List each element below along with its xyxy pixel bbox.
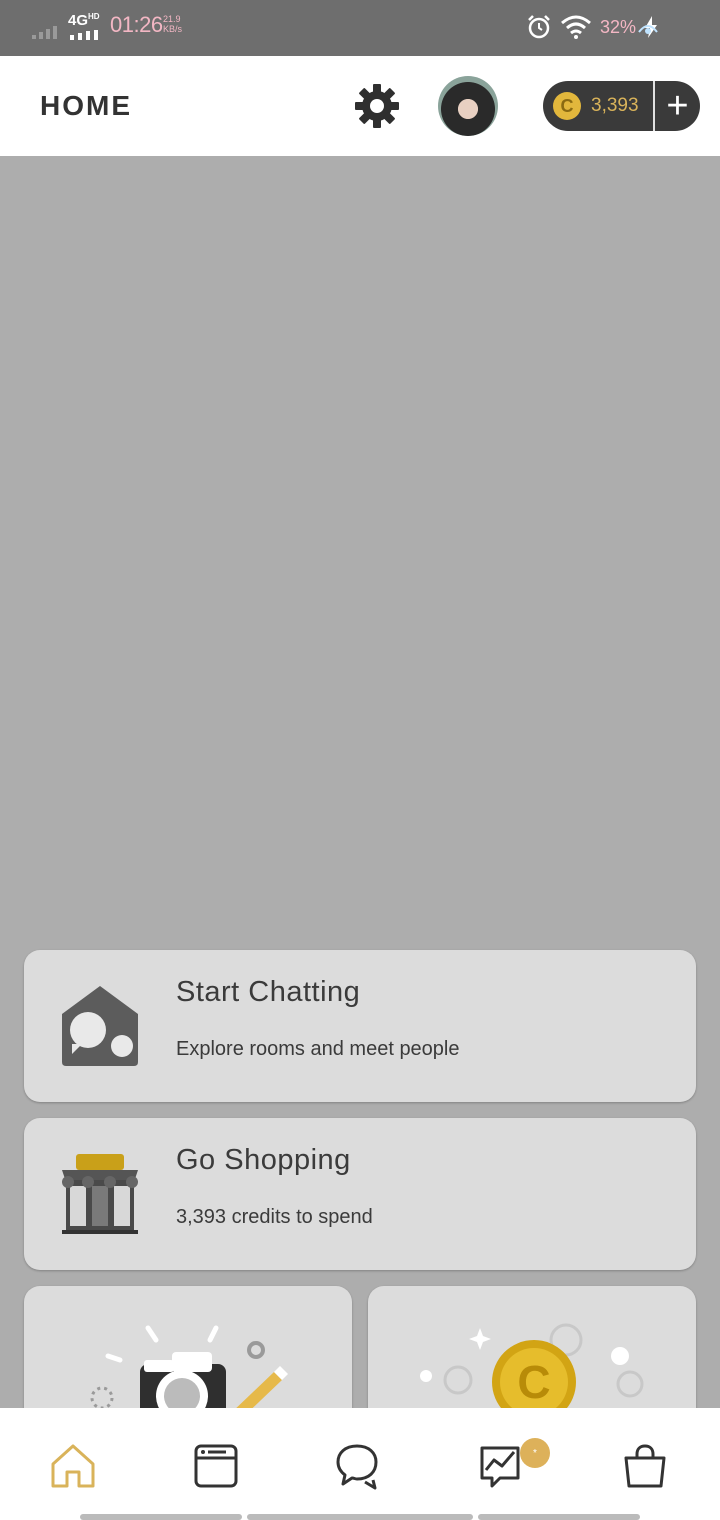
window-icon[interactable] [192, 1442, 240, 1490]
start-chatting-card[interactable]: Start Chatting Explore rooms and meet pe… [24, 950, 696, 1102]
eye-care-icon [638, 25, 658, 34]
gesture-bar-segment [478, 1514, 640, 1520]
credits-pill[interactable]: C 3,393 + [543, 81, 700, 131]
network-speed: 21.9 KB/s [163, 14, 182, 34]
network-sup: HD [88, 12, 100, 21]
add-credits-button[interactable]: + [655, 81, 700, 131]
card-title: Start Chatting [176, 976, 361, 1008]
network-type: 4GHD [68, 12, 100, 29]
battery-level: 32% [599, 16, 636, 37]
shop-icon [62, 1154, 138, 1234]
signal-strength-icon [70, 30, 98, 40]
app-bar: HOME C 3,393 + [0, 56, 720, 156]
page-title: HOME [40, 90, 132, 121]
speed-value: 21.9 [163, 14, 181, 24]
network-label: 4G [68, 12, 89, 29]
go-shopping-card[interactable]: Go Shopping 3,393 credits to spend [24, 1118, 696, 1270]
card-subtitle: 3,393 credits to spend [176, 1206, 373, 1228]
credits-divider [653, 81, 655, 131]
chat-rooms-icon [62, 986, 138, 1066]
speed-unit: KB/s [163, 24, 183, 34]
svg-text:C: C [517, 1356, 550, 1408]
gesture-bar-segment [247, 1514, 473, 1520]
activity-icon[interactable] [478, 1442, 526, 1490]
wifi-icon [560, 15, 591, 39]
profile-avatar[interactable] [438, 76, 498, 136]
signal-icon [32, 26, 57, 39]
clock: 01:26 [110, 12, 163, 37]
chat-icon[interactable] [335, 1442, 383, 1490]
alarm-icon [528, 15, 550, 39]
home-icon[interactable] [49, 1442, 97, 1490]
status-bar: 4GHD 01:26 21.9 KB/s 32% [0, 0, 720, 56]
credits-balance: 3,393 [591, 95, 639, 116]
shopping-bag-icon[interactable] [621, 1442, 669, 1490]
bottom-nav: * [0, 1408, 720, 1520]
card-title: Go Shopping [176, 1144, 351, 1176]
notification-badge: * [520, 1438, 550, 1468]
settings-gear-icon[interactable] [354, 83, 400, 129]
card-subtitle: Explore rooms and meet people [176, 1038, 460, 1060]
gesture-bar-segment [80, 1514, 242, 1520]
coin-icon: C [553, 92, 581, 120]
